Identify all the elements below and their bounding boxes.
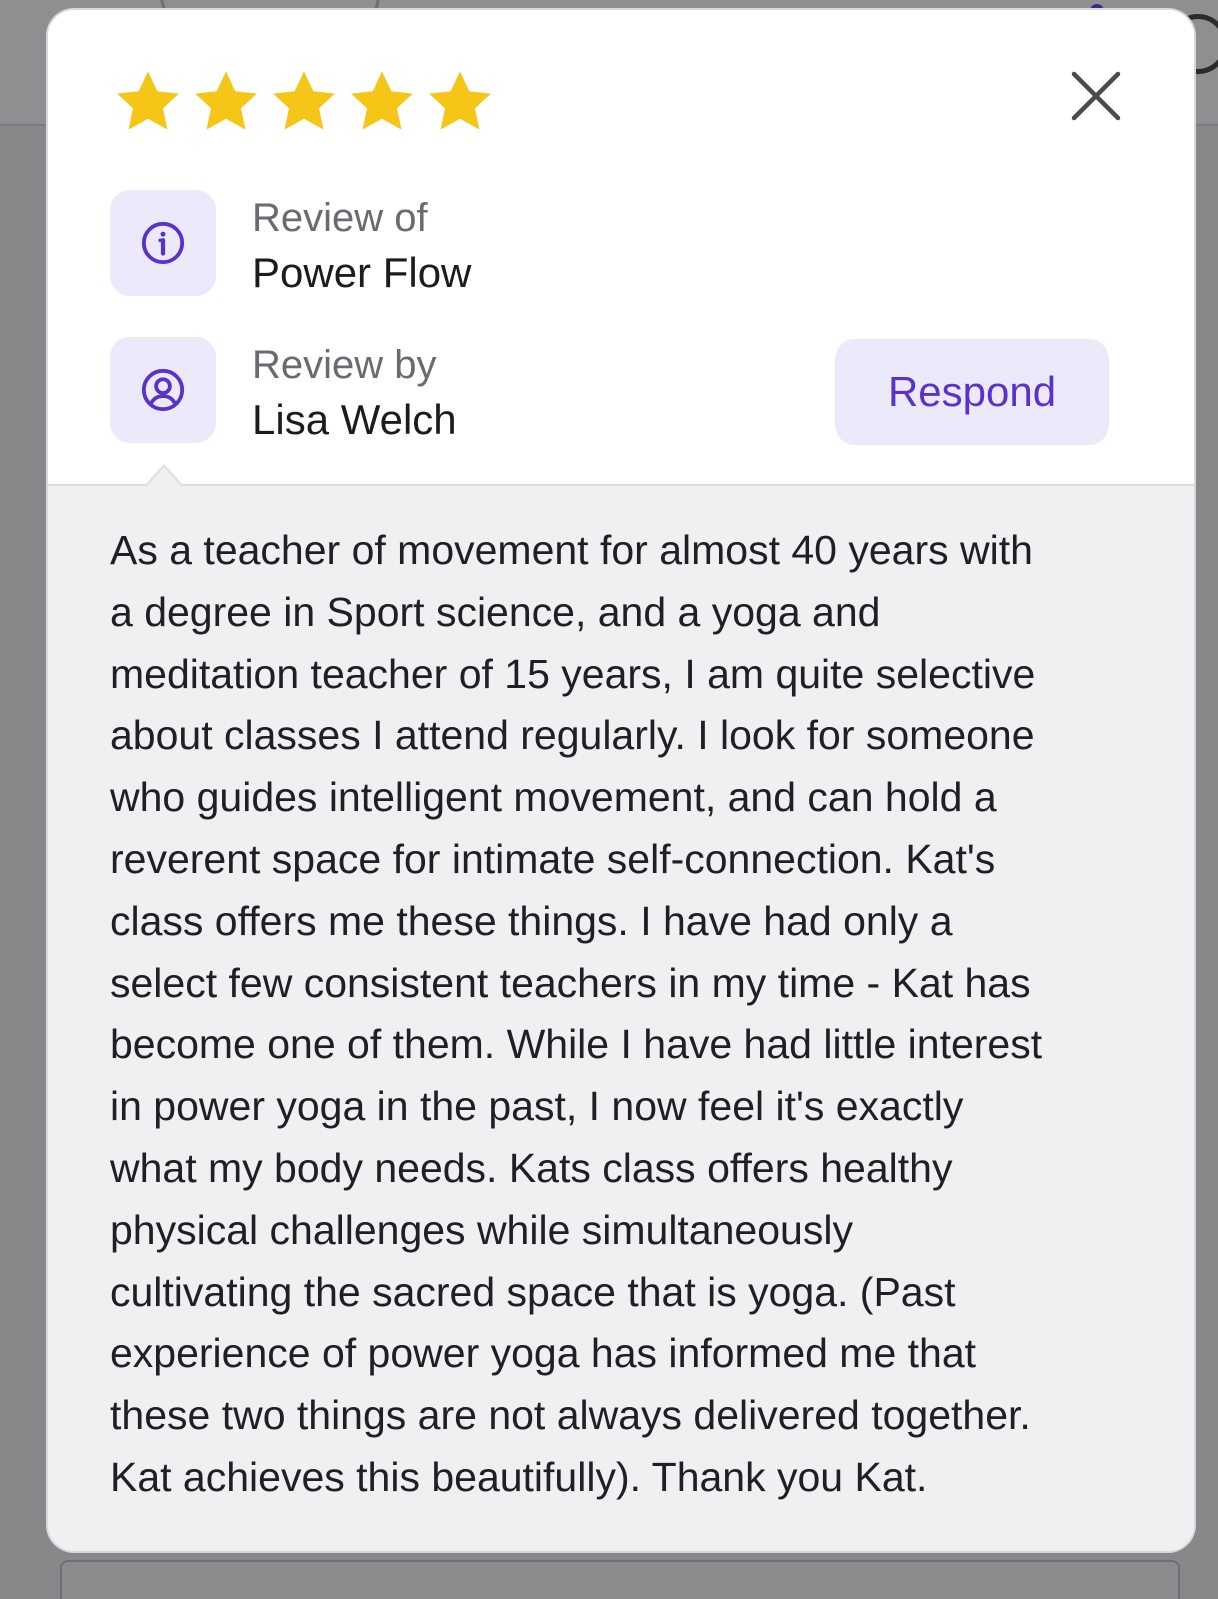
star-icon (351, 71, 413, 130)
user-circle-icon (141, 368, 185, 412)
star-icon (195, 71, 257, 130)
review-by-row: Review by Lisa Welch (110, 337, 457, 449)
speech-pointer (144, 464, 184, 487)
review-by-label: Review by (252, 343, 437, 387)
reviewer-name: Lisa Welch (252, 396, 457, 443)
review-of-label: Review of (252, 196, 428, 240)
close-icon[interactable] (1064, 64, 1128, 128)
review-text-line: physical challenges while simultaneously (110, 1206, 853, 1253)
review-text-line: experience of power yoga has informed me… (110, 1330, 977, 1377)
review-text-line: select few consistent teachers in my tim… (110, 959, 1031, 1006)
review-modal: Review of Power Flow Review by Lisa Welc… (48, 10, 1194, 1551)
review-header: Review of Power Flow Review by Lisa Welc… (48, 10, 1194, 484)
close-button[interactable] (1064, 64, 1128, 128)
review-text-line: As a teacher of movement for almost 40 y… (110, 527, 1033, 573)
background-card (60, 1560, 1180, 1599)
star-rating (112, 66, 496, 138)
class-name: Power Flow (252, 249, 472, 296)
star-icon (273, 71, 335, 130)
info-icon (141, 221, 185, 265)
review-of-row: Review of Power Flow (110, 190, 471, 302)
review-text-line: who guides intelligent movement, and can… (110, 774, 997, 821)
review-text-line: reverent space for intimate self-connect… (110, 835, 996, 882)
review-text-line: become one of them. While I have had lit… (110, 1021, 1043, 1068)
review-text-line: cultivating the sacred space that is yog… (110, 1268, 956, 1315)
star-icon (429, 71, 491, 130)
respond-button[interactable]: Respond (835, 339, 1109, 445)
review-body: As a teacher of movement for almost 40 y… (48, 464, 1194, 1551)
review-text-line: about classes I attend regularly. I look… (110, 712, 1035, 759)
review-text: As a teacher of movement for almost 40 y… (110, 520, 1120, 1509)
review-text-line: Kat achieves this beautifully). Thank yo… (110, 1453, 928, 1500)
review-text-line: what my body needs. Kats class offers he… (110, 1144, 953, 1191)
review-text-line: these two things are not always delivere… (110, 1392, 1031, 1439)
star-icon (117, 71, 179, 130)
review-text-line: meditation teacher of 15 years, I am qui… (110, 650, 1036, 697)
review-text-line: a degree in Sport science, and a yoga an… (110, 588, 881, 635)
review-of-icon-box (110, 190, 216, 296)
review-text-line: class offers me these things. I have had… (110, 897, 953, 944)
review-by-icon-box (110, 337, 216, 443)
review-text-line: in power yoga in the past, I now feel it… (110, 1083, 964, 1130)
